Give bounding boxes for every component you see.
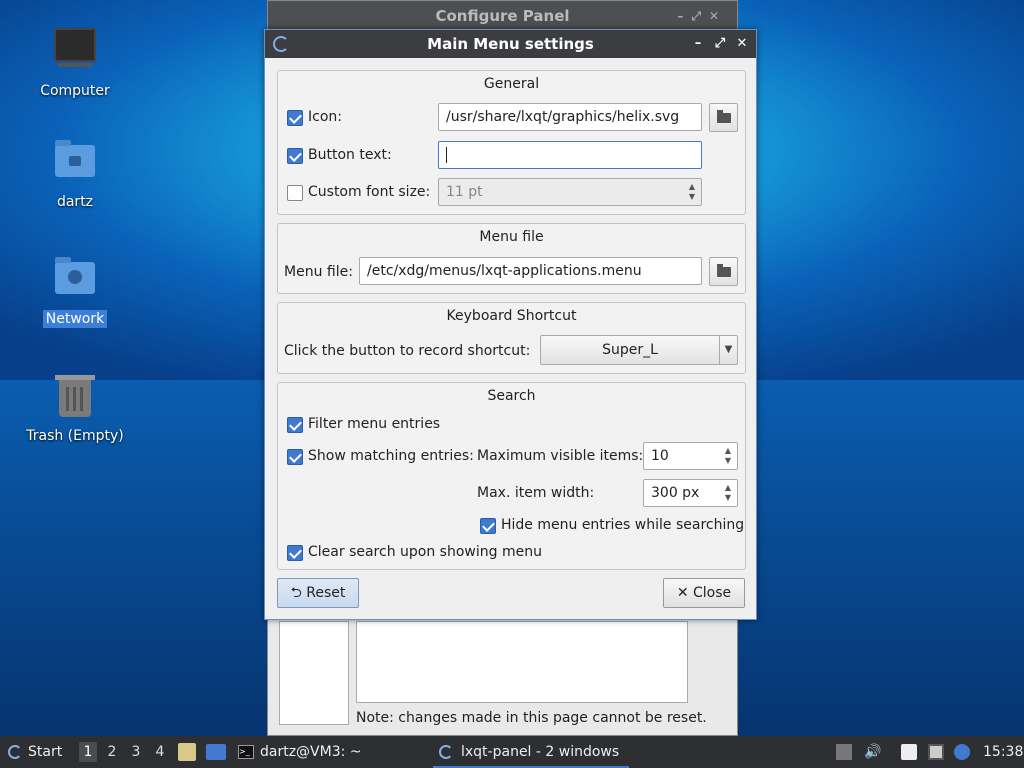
dialog-titlebar[interactable]: Main Menu settings – ⤢ ✕ [265, 30, 756, 58]
clock[interactable]: 15:38 [983, 736, 1023, 768]
workspace-3[interactable]: 3 [127, 742, 145, 762]
hide-menu-entries-checkbox[interactable] [480, 518, 496, 534]
workspace-4[interactable]: 4 [151, 742, 169, 762]
start-label: Start [28, 744, 63, 760]
desktop-icon-label: Trash (Empty) [26, 428, 124, 444]
task-label: lxqt-panel - 2 windows [461, 744, 620, 760]
keyboard-shortcut-group: Keyboard Shortcut Click the button to re… [277, 302, 746, 374]
lxqt-icon [8, 745, 22, 759]
max-visible-items-value: 10 [651, 448, 669, 464]
reset-button[interactable]: ⮌ Reset [277, 578, 359, 608]
task-lxqt-panel[interactable]: lxqt-panel - 2 windows [433, 736, 629, 768]
lxqt-icon [273, 36, 289, 52]
desktop-icon-label: Network [42, 310, 108, 328]
network-folder-icon [51, 256, 99, 304]
close-button-label: Close [693, 585, 732, 601]
computer-icon [51, 28, 99, 76]
clear-search-label: Clear search upon showing menu [308, 544, 542, 560]
undo-icon: ⮌ [290, 585, 302, 601]
maximize-button[interactable]: ⤢ [710, 30, 730, 58]
custom-font-size-label: Custom font size: [308, 184, 431, 200]
chevron-down-icon[interactable]: ▼ [719, 336, 737, 364]
workspace-2[interactable]: 2 [103, 742, 121, 762]
trash-icon [51, 373, 99, 421]
shortcut-value: Super_L [602, 342, 658, 358]
configure-panel-titlebar[interactable]: Configure Panel –⤢✕ [268, 1, 737, 31]
max-item-width-label: Max. item width: [477, 485, 595, 501]
group-title: Search [487, 388, 536, 404]
clear-search-checkbox[interactable] [287, 545, 303, 561]
spin-arrows-icon[interactable]: ▲ ▼ [723, 483, 733, 503]
text-caret [446, 147, 447, 163]
lxqt-icon [439, 745, 453, 759]
desktop-icon-network[interactable]: Network [20, 256, 130, 328]
filter-menu-entries-label: Filter menu entries [308, 416, 441, 432]
terminal-icon: >_ [238, 745, 254, 759]
window-title: Configure Panel [435, 7, 570, 25]
max-visible-items-spinbox[interactable]: 10 ▲ ▼ [643, 442, 738, 470]
shortcut-label: Click the button to record shortcut: [284, 343, 531, 359]
dialog-title: Main Menu settings [427, 35, 594, 53]
general-group: General Icon: /usr/share/lxqt/graphics/h… [277, 70, 746, 215]
minimize-button[interactable]: – [688, 30, 708, 58]
group-title: Keyboard Shortcut [446, 308, 577, 324]
menu-file-label: Menu file: [284, 264, 353, 280]
search-group: Search Filter menu entries Show matching… [277, 382, 746, 570]
workspace-1[interactable]: 1 [79, 742, 97, 762]
volume-icon[interactable]: 🔊 [864, 744, 881, 760]
task-label: dartz@VM3: ~ [260, 744, 362, 760]
font-size-value: 11 pt [446, 184, 483, 200]
button-text-input[interactable] [438, 141, 702, 169]
file-manager-launcher-icon[interactable] [178, 743, 196, 761]
desktop-icon-label: dartz [56, 194, 94, 210]
close-button[interactable]: ✕ Close [663, 578, 745, 608]
group-title: Menu file [479, 229, 544, 245]
max-item-width-value: 300 px [651, 485, 700, 501]
spin-arrows-icon[interactable]: ▲ ▼ [723, 446, 733, 466]
browse-icon-button[interactable] [709, 103, 738, 132]
task-terminal[interactable]: >_ dartz@VM3: ~ [238, 736, 362, 768]
main-menu-settings-dialog: Main Menu settings – ⤢ ✕ General Icon: /… [264, 29, 757, 620]
home-folder-icon [51, 139, 99, 187]
window-controls[interactable]: –⤢✕ [677, 1, 727, 31]
show-matching-entries-checkbox[interactable] [287, 449, 303, 465]
font-size-spinbox[interactable]: 11 pt ▲ ▼ [438, 178, 702, 206]
show-desktop-icon[interactable] [206, 744, 226, 760]
clipboard-icon[interactable] [901, 744, 917, 760]
button-text-checkbox[interactable] [287, 148, 303, 164]
shortcut-record-button[interactable]: Super_L ▼ [540, 335, 738, 365]
filter-menu-entries-checkbox[interactable] [287, 417, 303, 433]
button-text-label: Button text: [308, 147, 392, 163]
tray-up-icon[interactable] [836, 744, 852, 760]
desktop-icon-trash[interactable]: Trash (Empty) [20, 373, 130, 445]
close-window-button[interactable]: ✕ [732, 30, 752, 58]
page-content-area[interactable] [356, 621, 688, 703]
desktop-icon-label: Computer [40, 83, 110, 99]
close-icon: ✕ [676, 585, 689, 601]
taskbar: Start 1 2 3 4 >_ dartz@VM3: ~ lxqt-panel … [0, 736, 1024, 768]
max-item-width-spinbox[interactable]: 300 px ▲ ▼ [643, 479, 738, 507]
start-menu-button[interactable]: Start [8, 736, 62, 768]
icon-label: Icon: [308, 109, 342, 125]
show-matching-entries-label: Show matching entries: [308, 448, 474, 464]
desktop-icon-computer[interactable]: Computer [20, 22, 130, 100]
group-title: General [483, 76, 540, 92]
hide-menu-entries-label: Hide menu entries while searching [501, 517, 745, 533]
update-notifier-icon[interactable] [954, 744, 970, 760]
browse-menu-file-button[interactable] [709, 257, 738, 286]
network-icon[interactable] [928, 744, 944, 760]
menu-file-input[interactable]: /etc/xdg/menus/lxqt-applications.menu [359, 257, 702, 285]
folder-icon [717, 110, 731, 123]
desktop-icon-home[interactable]: dartz [20, 139, 130, 211]
reset-button-label: Reset [306, 585, 346, 601]
menu-file-group: Menu file Menu file: /etc/xdg/menus/lxqt… [277, 223, 746, 294]
icon-path-input[interactable]: /usr/share/lxqt/graphics/helix.svg [438, 103, 702, 131]
max-visible-items-label: Maximum visible items: [477, 448, 644, 464]
folder-icon [717, 264, 731, 277]
custom-font-size-checkbox[interactable] [287, 185, 303, 201]
reset-note: Note: changes made in this page cannot b… [356, 710, 707, 726]
page-list[interactable] [279, 621, 349, 725]
icon-checkbox[interactable] [287, 110, 303, 126]
spin-arrows-icon[interactable]: ▲ ▼ [687, 182, 697, 202]
